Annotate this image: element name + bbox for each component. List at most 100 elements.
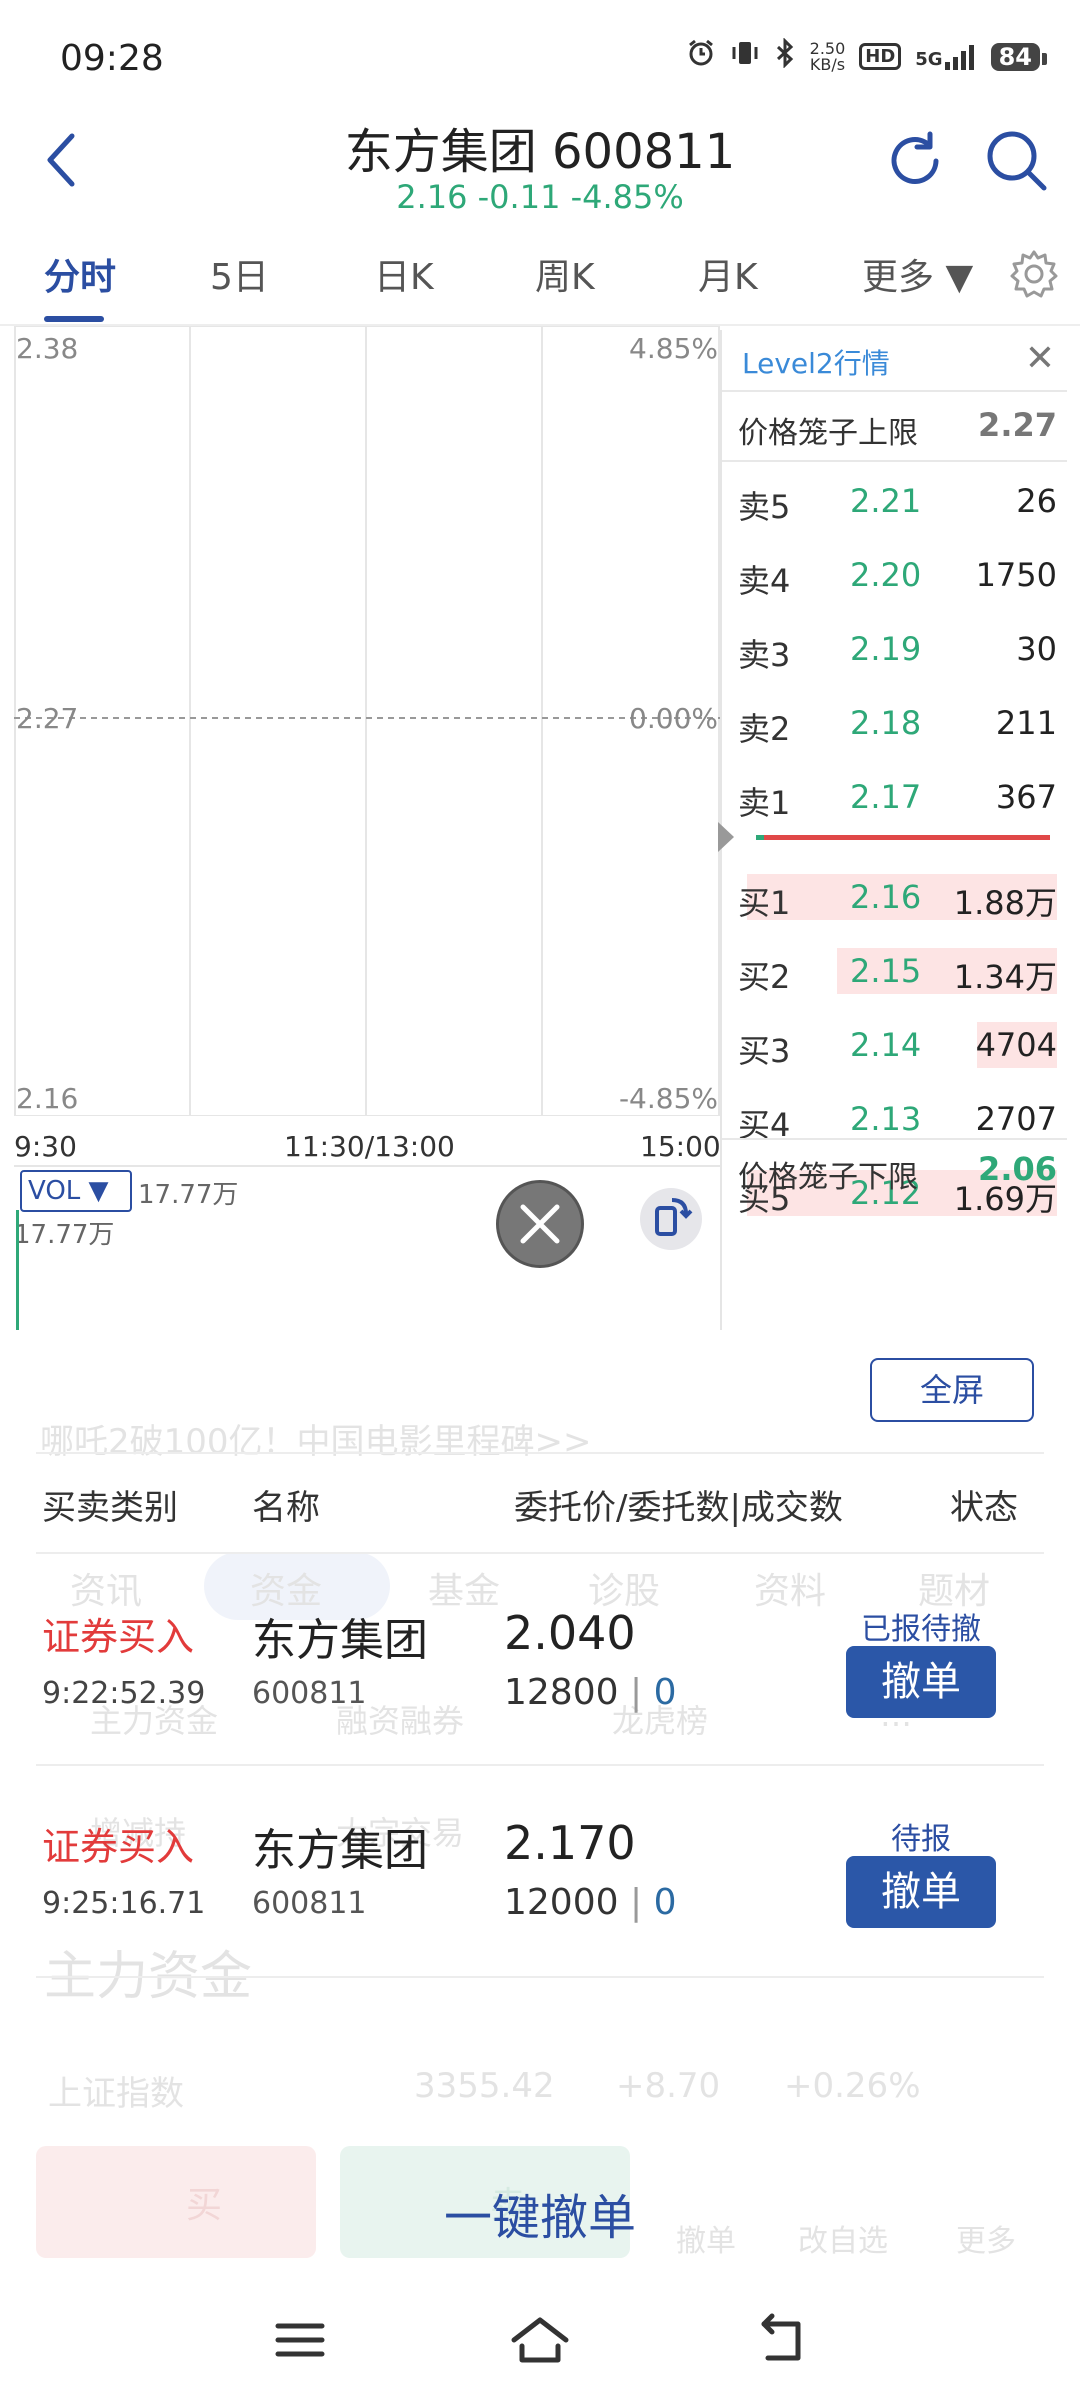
- bluetooth-icon: [774, 37, 796, 75]
- level2-title[interactable]: Level2行情: [742, 342, 890, 382]
- cancel-all-button[interactable]: 一键撤单: [0, 2178, 1080, 2248]
- pct-axis-top: 4.85%: [629, 332, 718, 365]
- price-cage-upper-label: 价格笼子上限: [738, 416, 918, 451]
- order-time: 9:22:52.39: [42, 1676, 206, 1711]
- order-time: 9:25:16.71: [42, 1886, 206, 1921]
- tab-monthly-k[interactable]: 月K: [698, 248, 758, 300]
- net-speed: 2.50 KB/s: [809, 40, 846, 74]
- level2-header: Level2行情 ✕: [722, 330, 1067, 392]
- home-nav-button[interactable]: [508, 2310, 569, 2370]
- bid-price: 2.14: [850, 1026, 922, 1064]
- chart-grid: [14, 326, 720, 1116]
- tab-5day[interactable]: 5日: [210, 248, 269, 300]
- ask-price: 2.19: [850, 630, 922, 668]
- volume-bar: [16, 1210, 19, 1330]
- volume-divider: [14, 1165, 720, 1167]
- bid-row[interactable]: 买2 2.15 1.34万: [722, 934, 1067, 1008]
- bid-row[interactable]: 买3 2.14 4704: [722, 1008, 1067, 1082]
- ghost-index-pct: +0.26%: [784, 2066, 921, 2106]
- ask-volume: 211: [995, 704, 1057, 742]
- order-status: 已报待撤: [861, 1612, 981, 1647]
- ask-row[interactable]: 卖3 2.19 30: [722, 612, 1067, 686]
- ask-row[interactable]: 卖4 2.20 1750: [722, 538, 1067, 612]
- bid-volume: 4704: [975, 1026, 1057, 1064]
- ghost-index-value: 3355.42: [414, 2066, 555, 2106]
- price-cage-upper-value: 2.27: [978, 406, 1057, 444]
- intraday-chart: 2.38 2.27 2.16 4.85% 0.00% -4.85%: [14, 326, 720, 1116]
- ask-volume: 367: [995, 778, 1057, 816]
- order-filled: 0: [653, 1672, 677, 1713]
- ask-label: 卖2: [738, 710, 791, 748]
- net-speed-unit: KB/s: [809, 54, 846, 74]
- tab-more[interactable]: 更多 ▼: [862, 248, 973, 300]
- back-nav-button[interactable]: [752, 2310, 812, 2370]
- level2-close-icon[interactable]: ✕: [1025, 338, 1055, 379]
- search-button[interactable]: [984, 128, 1048, 192]
- price-cage-lower-value: 2.06: [978, 1150, 1057, 1188]
- order-status: 待报: [891, 1822, 951, 1857]
- header-status: 状态: [950, 1488, 1018, 1528]
- menu-nav-button[interactable]: [270, 2310, 330, 2370]
- ghost-index-change: +8.70: [616, 2066, 721, 2106]
- rotate-screen-button[interactable]: [640, 1188, 702, 1250]
- order-filled: 0: [653, 1882, 677, 1923]
- cancel-order-button[interactable]: 撤单: [846, 1856, 996, 1928]
- ask-row[interactable]: 卖2 2.18 211: [722, 686, 1067, 760]
- menu-icon: [275, 2323, 325, 2357]
- ask-volume: 30: [1016, 630, 1057, 668]
- order-row[interactable]: 证券买入 9:25:16.71 东方集团 600811 2.170 12000 …: [0, 1766, 1080, 1976]
- tab-daily-k[interactable]: 日K: [374, 248, 434, 300]
- ask-price: 2.17: [850, 778, 922, 816]
- order-stock-code: 600811: [252, 1886, 367, 1921]
- close-overlay-button[interactable]: [496, 1180, 584, 1268]
- settings-button[interactable]: [1008, 248, 1060, 304]
- header-trade-type: 买卖类别: [42, 1488, 178, 1528]
- fullscreen-button[interactable]: 全屏: [870, 1358, 1034, 1422]
- volume-axis-max: 17.77万: [14, 1220, 115, 1250]
- order-qty: 12000: [504, 1882, 619, 1923]
- x-axis-mid: 11:30/13:00: [284, 1130, 455, 1163]
- ghost-banner: 哪吒2破100亿！中国电影里程碑>>: [40, 1422, 592, 1462]
- gear-icon: [1010, 250, 1058, 298]
- ghost-index-name: 上证指数: [48, 2074, 184, 2114]
- ask-label: 卖5: [738, 488, 791, 526]
- order-price: 2.040: [504, 1606, 636, 1660]
- ask-volume: 26: [1016, 482, 1057, 520]
- order-stock-name: 东方集团: [252, 1615, 428, 1666]
- bid-ask-ratio-bar: [718, 822, 1050, 852]
- bid-volume: 1.88万: [953, 884, 1057, 922]
- search-icon: [987, 131, 1047, 191]
- home-icon: [511, 2317, 569, 2363]
- refresh-button[interactable]: [884, 130, 946, 192]
- order-qty-filled: 12800 | 0: [504, 1672, 676, 1713]
- order-row[interactable]: 证券买入 9:22:52.39 东方集团 600811 2.040 12800 …: [0, 1554, 1080, 1764]
- y-axis-bottom: 2.16: [16, 1082, 79, 1115]
- ask-price: 2.21: [850, 482, 922, 520]
- bid-row[interactable]: 买1 2.16 1.88万: [722, 860, 1067, 934]
- tab-intraday[interactable]: 分时: [44, 248, 116, 300]
- hd-badge: HD: [859, 43, 902, 70]
- order-stock-name: 东方集团: [252, 1825, 428, 1876]
- volume-indicator-select[interactable]: VOL ▼: [20, 1170, 132, 1212]
- tab-weekly-k[interactable]: 周K: [535, 248, 595, 300]
- x-axis-start: 9:30: [14, 1130, 77, 1163]
- alarm-icon: [686, 38, 716, 75]
- cancel-order-button[interactable]: 撤单: [846, 1646, 996, 1718]
- signal-label: 5G: [915, 48, 943, 70]
- bid-price: 2.16: [850, 878, 922, 916]
- battery-icon: 84: [990, 42, 1048, 71]
- ask-label: 卖4: [738, 562, 791, 600]
- bid-price: 2.15: [850, 952, 922, 990]
- pct-axis-mid: 0.00%: [629, 702, 718, 735]
- bid-label: 买2: [738, 958, 791, 996]
- header-price-qty: 委托价/委托数|成交数: [514, 1488, 843, 1528]
- ask-price: 2.20: [850, 556, 922, 594]
- x-axis-end: 15:00: [640, 1130, 721, 1163]
- ask-row[interactable]: 卖5 2.21 26: [722, 464, 1067, 538]
- volume-value: 17.77万: [138, 1180, 239, 1210]
- tab-active-indicator: [44, 316, 104, 322]
- signal-icon: 5G: [915, 44, 976, 70]
- price-cage-lower: 价格笼子下限 2.06: [722, 1138, 1067, 1196]
- qty-separator: |: [629, 1882, 643, 1923]
- ask-volume: 1750: [975, 556, 1057, 594]
